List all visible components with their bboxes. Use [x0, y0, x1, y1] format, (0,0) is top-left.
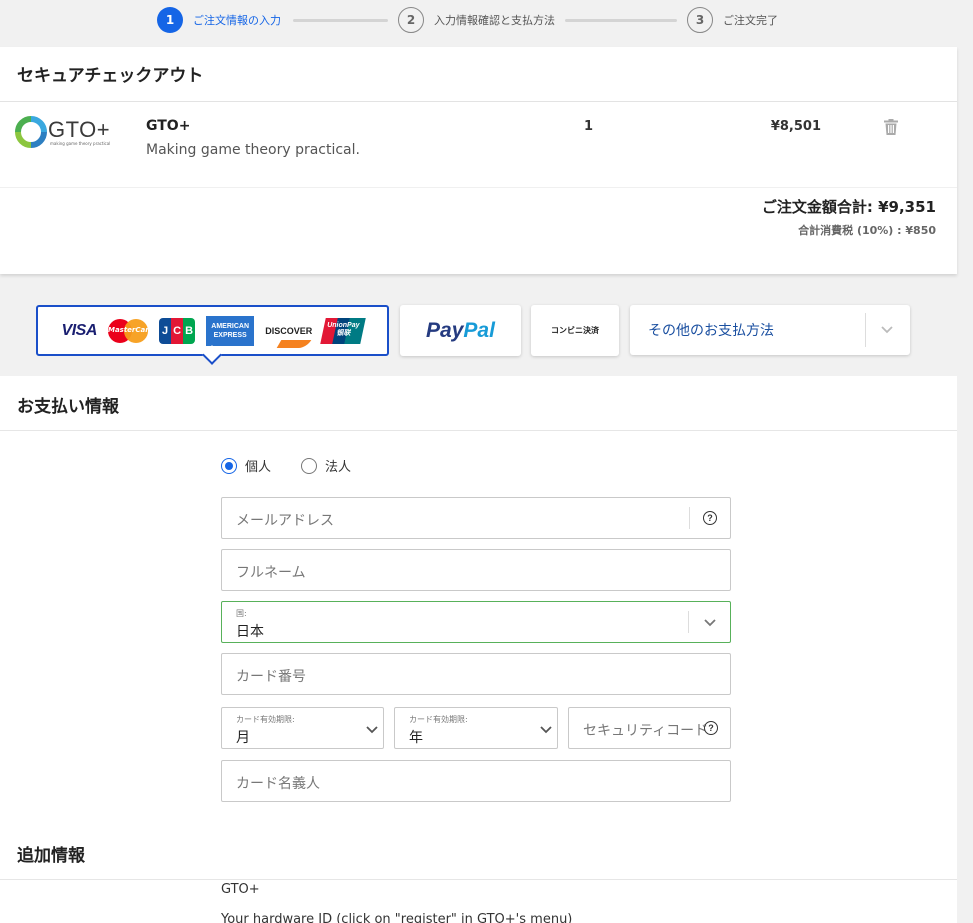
amex-line: EXPRESS	[213, 331, 247, 339]
product-price: ¥8,501	[770, 119, 821, 134]
chevron-down-icon	[704, 619, 716, 627]
order-total: ご注文金額合計: ¥9,351	[761, 198, 936, 216]
hardware-id-label: Your hardware ID (click on "register" in…	[221, 912, 573, 923]
card-number-placeholder: カード番号	[236, 669, 306, 685]
payment-method-other-dropdown[interactable]: その他のお支払方法	[630, 305, 910, 355]
logo-text: GTO+	[48, 117, 111, 142]
product-quantity: 1	[584, 119, 594, 134]
product-name: GTO+	[146, 118, 191, 134]
divider	[689, 507, 690, 529]
expiry-month-value: 月	[236, 730, 250, 746]
selected-indicator	[202, 345, 222, 365]
cardholder-placeholder: カード名義人	[236, 776, 320, 792]
unionpay-text: 银联	[336, 329, 351, 337]
expiry-label: カード有効期限:	[409, 715, 468, 724]
jcb-logo: J C B	[159, 317, 196, 344]
step-2-number: 2	[398, 7, 424, 33]
divider	[688, 611, 689, 633]
checkout-panel: セキュアチェックアウト GTO+ making game theory prac…	[0, 47, 957, 274]
country-select[interactable]: 国: 日本	[221, 601, 731, 643]
checkout-stepper: 1 ご注文情報の入力 2 入力情報確認と支払方法 3 ご注文完了	[157, 7, 778, 33]
step-1: 1 ご注文情報の入力	[157, 7, 281, 33]
step-3-label: ご注文完了	[723, 14, 778, 27]
help-icon[interactable]: ?	[703, 511, 717, 525]
payment-info-panel: お支払い情報 個人 法人 メールアドレス ? フルネーム 国: 日本 カード番号…	[0, 376, 957, 826]
paypal-logo: PayPal	[426, 319, 495, 343]
customer-type-group: 個人 法人	[221, 456, 381, 475]
konbini-label: コンビニ決済	[551, 326, 599, 335]
paypal-logo-part: Pal	[463, 318, 495, 342]
radio-corporate[interactable]	[301, 457, 318, 474]
step-3: 3 ご注文完了	[687, 7, 778, 33]
payment-method-paypal[interactable]: PayPal	[400, 305, 521, 356]
radio-individual[interactable]	[221, 457, 237, 474]
divider	[0, 187, 957, 188]
help-icon[interactable]: ?	[704, 721, 718, 735]
mastercard-logo-text: MasterCard	[107, 325, 154, 334]
logo-tagline: making game theory practical	[50, 141, 111, 146]
chevron-down-icon	[540, 726, 552, 734]
other-payment-label: その他のお支払方法	[648, 323, 774, 339]
visa-logo: VISA	[61, 321, 98, 339]
discover-logo: DISCOVER	[265, 325, 313, 348]
amex-logo: AMERICAN EXPRESS	[206, 315, 255, 346]
radio-corporate-label[interactable]: 法人	[325, 456, 351, 475]
order-tax: 合計消費税 (10%) : ¥850	[798, 224, 936, 237]
checkout-title: セキュアチェックアウト	[17, 66, 204, 86]
email-placeholder: メールアドレス	[236, 513, 334, 529]
unionpay-logo: UnionPay 银联	[320, 317, 367, 344]
discover-text: DISCOVER	[265, 325, 313, 336]
additional-info-product: GTO+	[221, 882, 260, 897]
fullname-placeholder: フルネーム	[236, 565, 306, 581]
divider	[865, 313, 866, 347]
security-code-field[interactable]: セキュリティコード ?	[568, 707, 731, 749]
expiry-month-select[interactable]: カード有効期限: 月	[221, 707, 384, 749]
country-value: 日本	[236, 624, 264, 640]
country-label: 国:	[236, 609, 247, 618]
step-2-label: 入力情報確認と支払方法	[434, 14, 555, 27]
payment-method-cards[interactable]: VISA MasterCard J C B AMERICAN EXPRESS D…	[36, 305, 389, 365]
jcb-letter: B	[183, 317, 196, 344]
payment-method-konbini[interactable]: コンビニ決済	[531, 305, 619, 356]
expiry-label: カード有効期限:	[236, 715, 295, 724]
step-2: 2 入力情報確認と支払方法	[398, 7, 555, 33]
expiry-year-value: 年	[409, 730, 423, 746]
radio-individual-label[interactable]: 個人	[245, 456, 271, 475]
step-1-number: 1	[157, 7, 183, 33]
step-connector	[565, 18, 677, 22]
step-3-number: 3	[687, 7, 713, 33]
jcb-letter: J	[159, 317, 172, 344]
unionpay-text: UnionPay	[327, 321, 360, 329]
security-code-placeholder: セキュリティコード	[583, 723, 709, 739]
fullname-field[interactable]: フルネーム	[221, 549, 731, 591]
divider	[0, 430, 957, 431]
divider	[0, 101, 957, 102]
chevron-down-icon	[366, 726, 378, 734]
payment-info-title: お支払い情報	[17, 397, 119, 417]
paypal-logo-part: Pay	[426, 318, 464, 342]
amex-line: AMERICAN	[211, 322, 250, 330]
email-field[interactable]: メールアドレス ?	[221, 497, 731, 539]
product-logo: GTO+ making game theory practical	[15, 116, 117, 150]
step-connector	[293, 18, 388, 22]
cardholder-name-field[interactable]: カード名義人	[221, 760, 731, 802]
card-number-field[interactable]: カード番号	[221, 653, 731, 695]
product-description: Making game theory practical.	[146, 142, 360, 158]
jcb-letter: C	[171, 317, 184, 344]
additional-info-panel: 追加情報 GTO+ Your hardware ID (click on "re…	[0, 826, 957, 923]
expiry-year-select[interactable]: カード有効期限: 年	[394, 707, 558, 749]
gto-logo-icon	[15, 116, 47, 148]
step-1-label: ご注文情報の入力	[193, 14, 281, 27]
mastercard-logo: MasterCard	[107, 318, 154, 343]
trash-icon[interactable]	[884, 119, 898, 135]
additional-info-title: 追加情報	[17, 846, 85, 866]
chevron-down-icon	[881, 326, 893, 334]
divider	[0, 879, 957, 880]
